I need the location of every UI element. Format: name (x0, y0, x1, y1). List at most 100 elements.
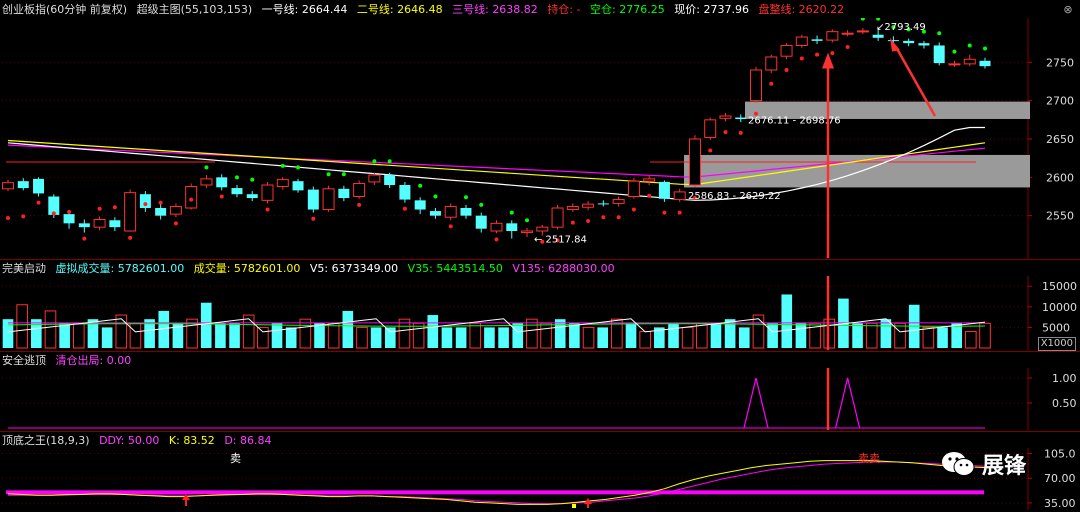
sar-dot (296, 165, 301, 170)
volume-indicator-name[interactable]: 完美启动 (2, 262, 46, 275)
sar-dot (341, 172, 346, 177)
kdj-tick-label: 105.0 (1044, 448, 1076, 461)
volume-bar (314, 323, 325, 348)
candle-body (719, 115, 732, 119)
candle-body (2, 182, 14, 190)
volume-bar (951, 323, 962, 348)
sar-dot (815, 52, 820, 57)
pane-divider[interactable] (0, 351, 1080, 352)
candle-body (429, 211, 441, 216)
candle-body (185, 186, 198, 209)
volume-bar (412, 322, 425, 349)
candle-body (93, 219, 106, 228)
sar-dot (494, 237, 499, 242)
sar-dot (372, 159, 377, 164)
sar-dot (173, 221, 178, 226)
main-indicator-name[interactable]: 超级主图(55,103,153) (137, 3, 253, 16)
volume-bar (370, 327, 382, 348)
sar-dot (82, 236, 87, 241)
volume-bar (498, 327, 509, 348)
volume-readout: 成交量: 5782601.00 (193, 262, 301, 275)
instrument-name[interactable]: 创业板指(60分钟 前复权) (2, 3, 127, 16)
volume-bar (455, 327, 467, 348)
sar-dot (6, 215, 10, 220)
volume-bar (625, 323, 637, 348)
high-point-label: ↙2793.49 (876, 22, 926, 33)
sar-dot (586, 219, 591, 224)
pane-divider[interactable] (0, 431, 1080, 432)
candle-body (688, 138, 701, 186)
sar-dot (570, 220, 575, 225)
sar-dot (463, 195, 468, 200)
sar-dot (723, 130, 728, 135)
candle-body (78, 223, 90, 228)
volume-bar (200, 302, 212, 348)
sar-dot (21, 214, 26, 219)
volume-bar (852, 323, 863, 348)
candle-body (292, 181, 304, 191)
volume-bar (668, 323, 679, 348)
sar-dot (97, 206, 102, 211)
signal-indicator-name[interactable]: 安全逃顶 (2, 354, 46, 367)
kdj-chart[interactable]: 105.070.0035.00卖 卖卖 (0, 448, 1080, 510)
sar-dot (448, 224, 453, 229)
sar-dot (433, 194, 438, 199)
ddy-readout: DDY: 50.00 (99, 434, 160, 447)
candle-body (216, 177, 228, 188)
sar-dot (143, 202, 148, 207)
candle-body (612, 199, 625, 204)
volume-bar (115, 314, 128, 349)
volume-chart[interactable]: 15000 10000 5000 (0, 276, 1080, 350)
wechat-icon (942, 452, 975, 476)
volume-bar (752, 314, 765, 349)
kdj-indicator-name[interactable]: 顶底之王(18,9,3) (2, 434, 90, 447)
sar-dot (265, 207, 270, 212)
volume-bar (639, 331, 651, 349)
volume-bar (72, 322, 85, 349)
candle-body (903, 40, 915, 44)
candle-body (795, 36, 808, 46)
line3-readout: 三号线: 2638.82 (452, 3, 538, 16)
candle-body (414, 200, 426, 210)
sar-dot (860, 18, 865, 21)
close-icon[interactable]: ⊗ (1062, 4, 1074, 16)
v35-readout: V35: 5443514.50 (407, 262, 503, 275)
volume-bar (582, 326, 595, 349)
price-chart[interactable]: 275027002650260025502676.11 - 2698.76258… (0, 18, 1080, 260)
candle-body (856, 30, 869, 33)
price-tick-label: 2650 (1046, 133, 1074, 146)
sar-dot (662, 210, 667, 215)
candle-body (673, 191, 686, 201)
candle-body (155, 208, 167, 216)
volume-bar (59, 323, 70, 348)
pane-divider[interactable] (0, 259, 1080, 260)
volume-bar (441, 327, 453, 348)
virtual-volume-readout: 虚拟成交量: 5782601.00 (55, 262, 185, 275)
candle-body (948, 63, 961, 66)
volume-header: 完美启动 虚拟成交量: 5782601.00 成交量: 5782601.00 V… (2, 262, 621, 276)
candle-body (169, 205, 182, 215)
sar-dot (112, 205, 117, 210)
candle-body (276, 179, 289, 188)
v5-readout: V5: 6373349.00 (309, 262, 399, 275)
candle-body (551, 207, 564, 228)
volume-bar (795, 323, 807, 348)
sar-dot (708, 148, 713, 153)
signal-chart[interactable]: 1.00 0.50 (0, 368, 1080, 430)
sar-dot (937, 31, 942, 36)
volume-bar (512, 323, 524, 348)
candle-body (353, 182, 366, 197)
sar-dot (845, 45, 850, 49)
sar-dot (738, 130, 743, 135)
kdj-header: 顶底之王(18,9,3) DDY: 50.00 K: 83.52 D: 86.8… (2, 434, 278, 448)
volume-bar (469, 322, 482, 349)
volume-bar (229, 323, 240, 348)
volume-bar (327, 322, 340, 349)
sar-dot (616, 215, 621, 220)
volume-bar (681, 326, 694, 349)
sar-dot (158, 200, 163, 205)
volume-bar (965, 331, 977, 349)
v135-readout: V135: 6288030.00 (512, 262, 615, 275)
volume-bar (937, 327, 948, 348)
candle-body (597, 203, 609, 205)
